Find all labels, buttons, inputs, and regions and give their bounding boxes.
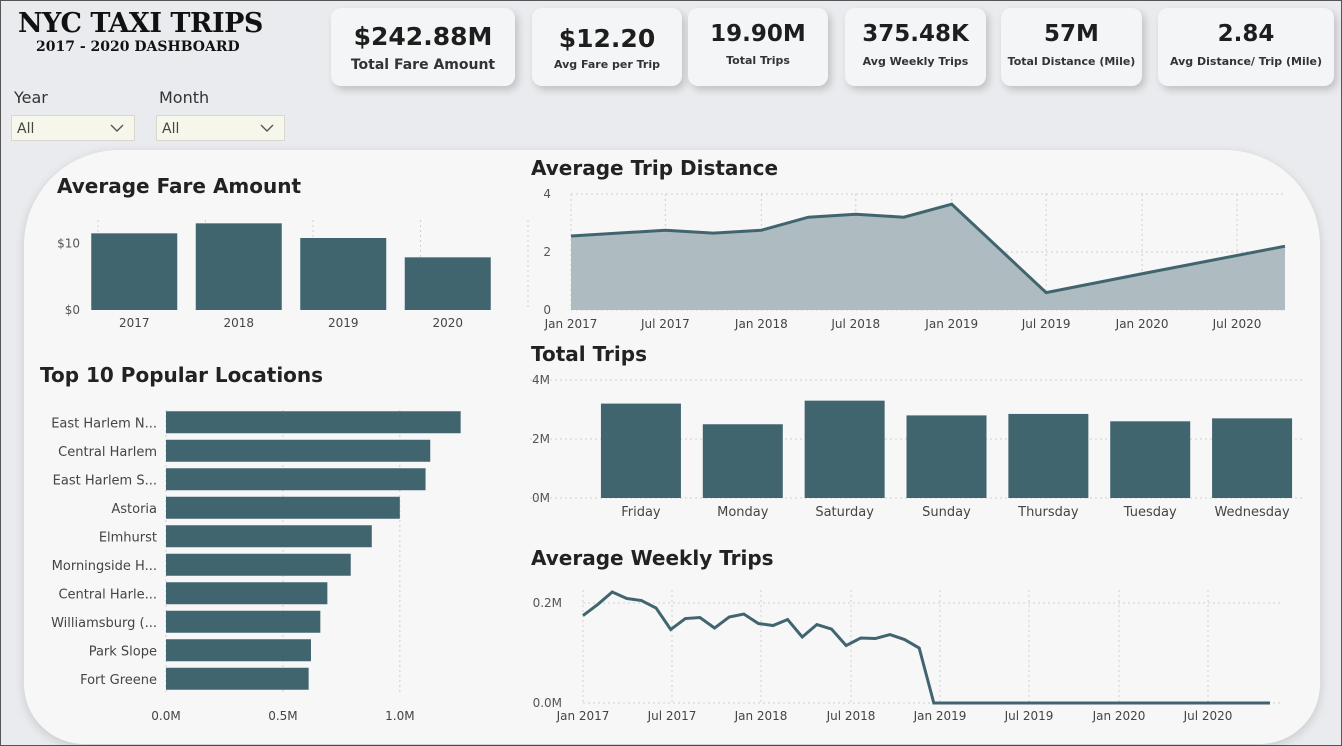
x-tick-label: Monday — [717, 505, 769, 520]
bar — [166, 525, 372, 548]
x-tick-label: Tuesday — [1123, 505, 1177, 520]
x-tick-label: Jan 2020 — [1115, 317, 1169, 331]
bar — [166, 582, 328, 605]
bar — [166, 639, 311, 662]
x-tick-label: 0.0M — [151, 709, 180, 723]
bar — [166, 496, 400, 519]
x-tick-label: 1.0M — [385, 709, 414, 723]
y-tick-label: Fort Greene — [80, 673, 157, 688]
x-tick-label: 2018 — [223, 316, 254, 330]
bar — [404, 257, 491, 310]
area-fill — [571, 204, 1285, 310]
x-tick-label: Jul 2020 — [1212, 317, 1262, 331]
y-tick-label: Park Slope — [89, 644, 157, 659]
x-tick-label: 2020 — [432, 316, 463, 330]
bar — [906, 415, 987, 498]
y-tick-label: Williamsburg (... — [51, 616, 157, 631]
y-tick-label: Central Harlem — [58, 445, 157, 460]
bar — [195, 223, 282, 310]
y-tick-label: 0.0M — [533, 696, 562, 710]
x-tick-label: 2019 — [328, 316, 359, 330]
bar — [166, 411, 461, 434]
x-tick-label: 2017 — [119, 316, 150, 330]
x-tick-label: Jul 2020 — [1183, 709, 1233, 723]
bar — [166, 468, 426, 491]
y-tick-label: East Harlem N... — [51, 416, 157, 431]
x-tick-label: Thursday — [1017, 505, 1079, 520]
charts-canvas: $0 $10 2017 2018 2019 2020 0 2 4 Jan 2017 Jul 2017… — [51, 187, 1303, 723]
y-tick-label: 2M — [532, 432, 550, 446]
x-tick-label: Jul 2019 — [1021, 317, 1071, 331]
y-tick-label: 2 — [543, 245, 551, 259]
y-tick-label: Central Harle... — [58, 587, 157, 602]
x-tick-label: Jan 2019 — [913, 709, 967, 723]
bar — [702, 424, 783, 498]
x-tick-label: Jan 2017 — [544, 317, 598, 331]
bar — [166, 667, 309, 690]
bar — [1110, 421, 1191, 498]
x-tick-label: Jul 2017 — [647, 709, 697, 723]
x-tick-label: Jan 2020 — [1092, 709, 1146, 723]
bar — [166, 553, 351, 576]
y-tick-label: 4 — [543, 187, 551, 201]
x-tick-label: Jul 2019 — [1004, 709, 1054, 723]
x-tick-label: 0.5M — [268, 709, 297, 723]
x-tick-label: Friday — [621, 505, 661, 520]
bar — [804, 400, 885, 498]
bar — [166, 610, 321, 633]
y-tick-label: 0 — [543, 303, 551, 317]
x-tick-label: Jul 2018 — [826, 709, 876, 723]
x-tick-label: Jan 2018 — [734, 317, 788, 331]
y-tick-label: $0 — [65, 303, 80, 317]
y-tick-label: Astoria — [111, 502, 157, 517]
x-tick-label: Saturday — [815, 505, 874, 520]
bar — [300, 238, 387, 310]
x-tick-label: Jan 2019 — [924, 317, 978, 331]
y-tick-label: 0.2M — [533, 596, 562, 610]
y-tick-label: 4M — [532, 373, 550, 387]
y-tick-label: 0M — [532, 491, 550, 505]
bar — [91, 233, 178, 310]
x-tick-label: Jul 2018 — [830, 317, 880, 331]
bar — [1008, 413, 1089, 498]
y-tick-label: $10 — [57, 236, 80, 250]
x-tick-label: Jul 2017 — [640, 317, 690, 331]
x-tick-label: Jan 2017 — [556, 709, 610, 723]
y-tick-label: Elmhurst — [99, 530, 157, 545]
bar — [1212, 418, 1293, 498]
x-tick-label: Sunday — [922, 505, 971, 520]
x-tick-label: Wednesday — [1214, 505, 1290, 520]
y-tick-label: East Harlem S... — [53, 473, 157, 488]
bar — [166, 439, 431, 462]
bar — [600, 403, 681, 498]
series-line — [582, 590, 1270, 705]
y-tick-label: Morningside H... — [52, 559, 157, 574]
x-tick-label: Jan 2018 — [734, 709, 788, 723]
